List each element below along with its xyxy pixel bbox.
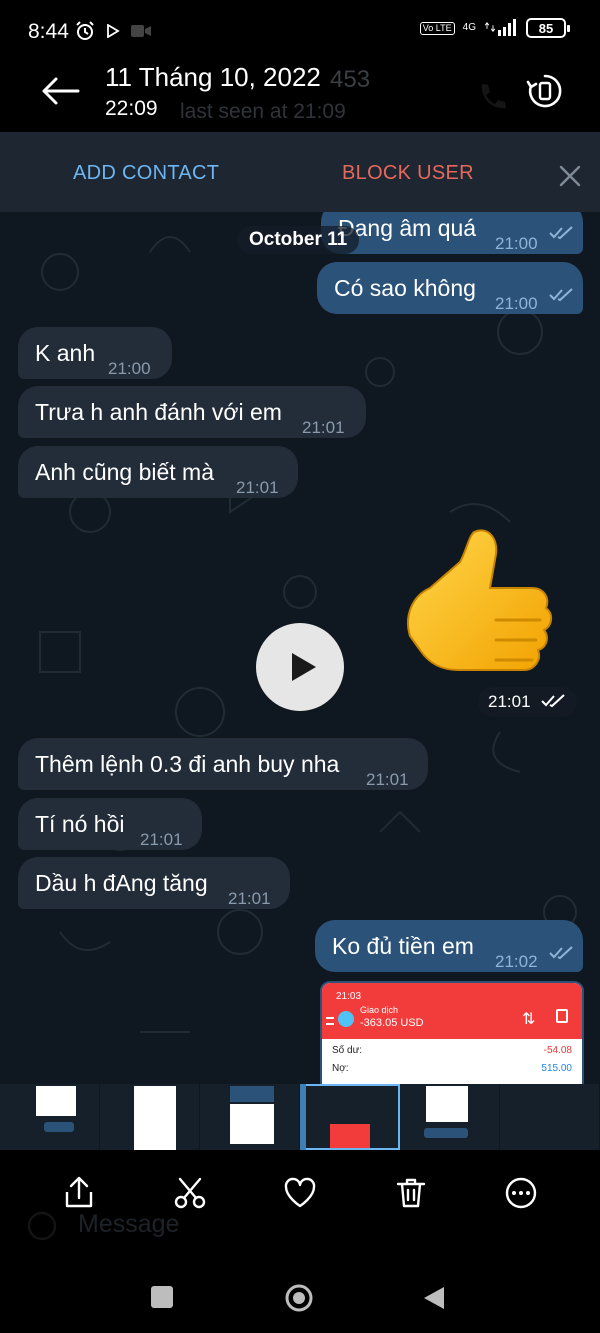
photo-message[interactable]: 21:03 Giao dịch -363.05 USD ⇅ Số dư: -54…	[320, 981, 584, 1084]
media-toolbar	[0, 1150, 600, 1255]
media-thumbnail-selected[interactable]	[300, 1084, 400, 1150]
phone-icon	[481, 84, 506, 109]
video-icon	[131, 25, 151, 37]
play-store-icon	[107, 24, 120, 38]
home-button[interactable]	[284, 1283, 314, 1313]
signal-icon	[484, 19, 516, 36]
chat-header: 453 last seen at 21:09 11 Tháng 10, 2022…	[0, 62, 600, 132]
message-bubble-in[interactable]: Anh cũng biết mà 21:01	[18, 446, 298, 498]
message-text: Có sao không	[334, 275, 476, 301]
rotate-screen-icon[interactable]	[526, 72, 564, 110]
recents-button[interactable]	[151, 1286, 173, 1308]
message-text: Dầu h đAng tăng	[35, 870, 208, 896]
photo-title: Giao dịch	[360, 1005, 399, 1015]
message-bubble-in[interactable]: Tí nó hồi 21:01	[18, 798, 202, 850]
menu-icon	[326, 1017, 334, 1025]
scissors-icon[interactable]	[173, 1176, 207, 1210]
media-thumbnail[interactable]	[500, 1084, 600, 1150]
message-time: 21:01	[228, 889, 271, 908]
status-bar: 8:44 Vo LTE 4G 85	[0, 0, 600, 62]
network-type: 4G	[462, 22, 476, 33]
alarm-icon	[76, 21, 94, 40]
heart-icon[interactable]	[283, 1176, 317, 1210]
message-bubble-out[interactable]: Đang âm quá 21:00	[321, 212, 583, 254]
volte-icon: Vo LTE	[419, 21, 455, 35]
trash-icon[interactable]	[394, 1176, 428, 1210]
photo-amount: -363.05 USD	[360, 1017, 424, 1029]
message-bubble-out[interactable]: Có sao không 21:00	[317, 262, 583, 314]
message-bubble-in[interactable]: Trưa h anh đánh với em 21:01	[18, 386, 366, 438]
media-thumbnail[interactable]	[400, 1084, 500, 1150]
photo-row-value: 515.00	[541, 1063, 572, 1074]
chat-area[interactable]: Đang âm quá 21:00 October 11 Có sao khôn…	[0, 212, 600, 1084]
read-ticks-icon	[549, 288, 573, 302]
add-contact-button[interactable]: ADD CONTACT	[73, 162, 219, 185]
system-nav-bar	[0, 1255, 600, 1333]
back-button[interactable]	[422, 1285, 446, 1311]
media-thumbnail[interactable]	[100, 1084, 200, 1150]
date-divider: October 11	[237, 226, 360, 254]
message-time: 21:01	[302, 418, 345, 437]
media-thumbnail[interactable]	[200, 1084, 300, 1150]
photo-header: 21:03 Giao dịch -363.05 USD ⇅	[322, 983, 582, 1039]
read-ticks-icon	[549, 226, 573, 240]
read-ticks-icon	[549, 946, 573, 960]
media-time: 22:09	[105, 97, 158, 120]
media-thumbnail[interactable]	[0, 1084, 100, 1150]
contact-action-bar: ADD CONTACT BLOCK USER	[0, 132, 600, 212]
message-text: Tí nó hồi	[35, 811, 125, 837]
share-icon[interactable]	[62, 1176, 96, 1210]
message-input[interactable]: Message	[78, 1210, 179, 1239]
message-text: K anh	[35, 340, 96, 366]
read-ticks-icon	[541, 694, 565, 708]
message-time: 21:00	[495, 294, 538, 313]
block-user-button[interactable]: BLOCK USER	[342, 162, 474, 185]
ghost-contact-name: 453	[330, 66, 371, 93]
message-bubble-out[interactable]: Ko đủ tiền em 21:02	[315, 920, 583, 972]
export-icon	[556, 1009, 568, 1023]
message-text: Anh cũng biết mà	[35, 459, 215, 485]
play-icon	[292, 653, 316, 681]
message-bubble-in[interactable]: K anh 21:00	[18, 327, 172, 379]
ghost-last-seen: last seen at 21:09	[180, 100, 346, 123]
message-text: Thêm lệnh 0.3 đi anh buy nha	[35, 751, 340, 777]
emoji-icon	[27, 1211, 57, 1241]
message-bubble-in[interactable]: Dầu h đAng tăng 21:01	[18, 857, 290, 909]
more-icon[interactable]	[504, 1176, 538, 1210]
battery-icon: 85	[526, 18, 570, 38]
app-logo-icon	[338, 1011, 354, 1027]
photo-row-label: Số dư:	[332, 1045, 363, 1056]
back-arrow-icon[interactable]	[40, 76, 80, 106]
play-button[interactable]	[256, 623, 344, 711]
message-bubble-in[interactable]: Thêm lệnh 0.3 đi anh buy nha 21:01	[18, 738, 428, 790]
photo-time: 21:03	[336, 991, 362, 1002]
media-thumbnail-strip	[0, 1084, 600, 1150]
status-time: 8:44	[28, 20, 69, 43]
message-time: 21:01	[236, 478, 279, 497]
sticker-time: 21:01	[478, 687, 578, 717]
photo-row-value: -54.08	[543, 1045, 572, 1056]
thumbs-up-sticker[interactable]	[404, 524, 554, 684]
sort-icon: ⇅	[522, 1011, 536, 1028]
message-text: Trưa h anh đánh với em	[35, 399, 282, 425]
message-text: Ko đủ tiền em	[332, 933, 474, 959]
photo-row-label: Nợ:	[332, 1063, 349, 1074]
close-icon[interactable]	[558, 164, 582, 188]
message-time: 21:01	[366, 770, 409, 789]
media-date: 11 Tháng 10, 2022	[105, 62, 321, 92]
